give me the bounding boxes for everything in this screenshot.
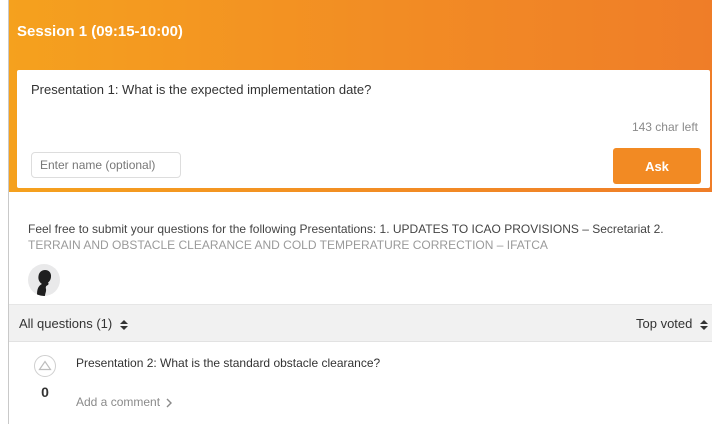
ask-question-card: Presentation 1: What is the expected imp… <box>17 70 710 188</box>
name-input[interactable] <box>31 152 181 178</box>
session-title: Session 1 (09:15-10:00) <box>17 23 183 40</box>
session-header: Session 1 (09:15-10:00) Presentation 1: … <box>9 0 712 192</box>
description-line-1: Feel free to submit your questions for t… <box>28 222 664 236</box>
question-list-item: 0 Presentation 2: What is the standard o… <box>9 343 712 424</box>
vote-count: 0 <box>41 384 49 400</box>
sort-label: Top voted <box>636 316 693 331</box>
question-text: Presentation 2: What is the standard obs… <box>76 356 381 370</box>
chevron-right-icon <box>166 398 173 408</box>
all-questions-label: All questions (1) <box>19 316 113 331</box>
session-description: Feel free to submit your questions for t… <box>28 221 698 253</box>
sort-updown-icon <box>700 319 708 330</box>
sort-updown-icon <box>119 319 128 330</box>
ask-button[interactable]: Ask <box>613 148 701 184</box>
add-comment-link[interactable]: Add a comment <box>76 395 173 409</box>
sort-dropdown[interactable]: Top voted <box>636 316 708 331</box>
description-line-2: TERRAIN AND OBSTACLE CLEARANCE AND COLD … <box>28 238 548 252</box>
questions-filter-bar: All questions (1) Top voted <box>9 305 712 342</box>
vote-up-button[interactable] <box>34 355 56 377</box>
char-counter: 143 char left <box>631 120 698 134</box>
add-comment-label: Add a comment <box>76 395 161 409</box>
vote-up-triangle-icon <box>38 360 52 371</box>
question-textarea[interactable]: Presentation 1: What is the expected imp… <box>31 82 371 97</box>
event-frame: Session 1 (09:15-10:00) Presentation 1: … <box>8 0 712 424</box>
user-silhouette-icon[interactable] <box>28 264 60 296</box>
all-questions-dropdown[interactable]: All questions (1) <box>19 316 128 331</box>
